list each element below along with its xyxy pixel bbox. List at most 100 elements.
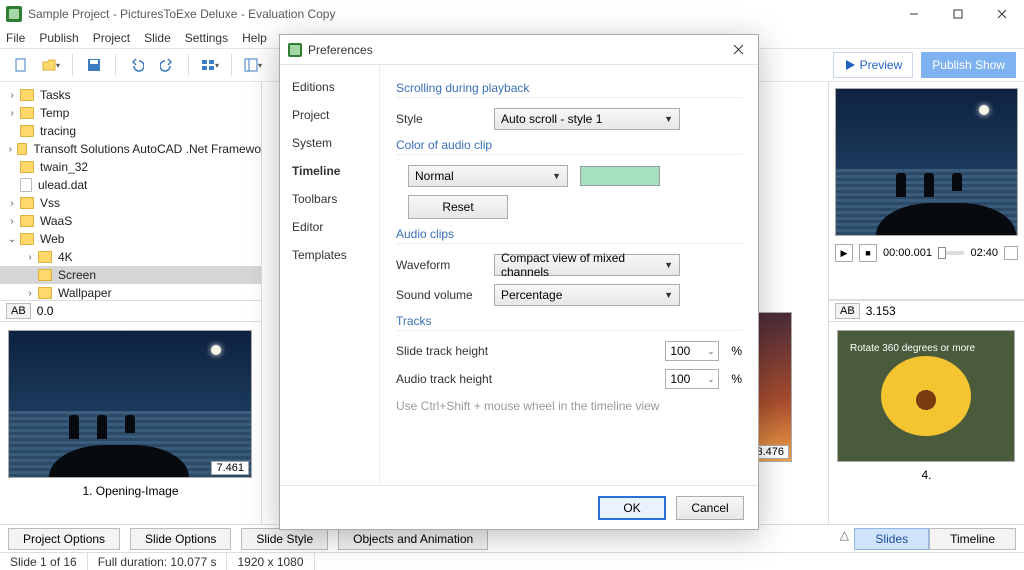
undo-button[interactable] xyxy=(124,52,150,78)
volume-value: Percentage xyxy=(501,288,562,302)
dialog-nav-item[interactable]: Templates xyxy=(280,241,379,269)
left-panel: › Tasks ›Temptracing › Transoft Solutions Au… xyxy=(0,82,262,524)
save-button[interactable] xyxy=(81,52,107,78)
stepper-icon: ⌄ xyxy=(708,347,715,356)
view-mode-button[interactable]: ▾ xyxy=(197,52,223,78)
menu-slide[interactable]: Slide xyxy=(144,31,171,45)
dialog-nav-item[interactable]: Toolbars xyxy=(280,185,379,213)
percent-label: % xyxy=(731,344,742,358)
opening-image-thumb[interactable]: 7.461 xyxy=(8,330,252,478)
minimize-button[interactable] xyxy=(892,0,936,28)
status-resolution: 1920 x 1080 xyxy=(227,553,314,570)
playback-bar: ▶ ■ 00:00.001 02:40 xyxy=(835,244,1018,262)
waveform-select[interactable]: Compact view of mixed channels ▼ xyxy=(494,254,680,276)
dialog-title: Preferences xyxy=(308,43,373,57)
volume-select[interactable]: Percentage ▼ xyxy=(494,284,680,306)
ab-row: AB 0.0 xyxy=(0,300,261,322)
slide-style-button[interactable]: Slide Style xyxy=(241,528,328,550)
tree-item[interactable]: ⌄Web xyxy=(0,230,261,248)
tree-item-label: Transoft Solutions AutoCAD .Net Framewo xyxy=(33,142,261,156)
section-scrolling: Scrolling during playback xyxy=(396,81,742,98)
color-mode-select[interactable]: Normal ▼ xyxy=(408,165,568,187)
waveform-value: Compact view of mixed channels xyxy=(501,251,664,279)
chevron-icon: › xyxy=(6,108,18,119)
cancel-button[interactable]: Cancel xyxy=(676,496,744,520)
style-select[interactable]: Auto scroll - style 1 ▼ xyxy=(494,108,680,130)
tree-item[interactable]: › Tasks xyxy=(0,86,261,104)
folder-icon xyxy=(20,89,34,101)
dialog-nav-item[interactable]: Editor xyxy=(280,213,379,241)
stop-button[interactable]: ■ xyxy=(859,244,877,262)
chevron-icon: ⌄ xyxy=(6,234,18,245)
color-mode-value: Normal xyxy=(415,169,454,183)
menu-file[interactable]: File xyxy=(6,31,25,45)
status-slide: Slide 1 of 16 xyxy=(0,553,88,570)
objects-animation-button[interactable]: Objects and Animation xyxy=(338,528,488,550)
tab-slides[interactable]: Slides xyxy=(854,528,929,550)
ab-button[interactable]: AB xyxy=(835,303,860,319)
menu-publish[interactable]: Publish xyxy=(39,31,78,45)
preview-label: Preview xyxy=(860,58,903,72)
folder-icon xyxy=(20,215,34,227)
redo-button[interactable] xyxy=(154,52,180,78)
tree-item[interactable]: ulead.dat xyxy=(0,176,261,194)
folder-tree[interactable]: › Tasks ›Temptracing › Transoft Solutions Au… xyxy=(0,82,261,300)
dialog-content: Scrolling during playback Style Auto scr… xyxy=(380,65,758,485)
new-button[interactable] xyxy=(8,52,34,78)
chevron-icon: › xyxy=(24,252,36,263)
open-button[interactable]: ▾ xyxy=(38,52,64,78)
maximize-button[interactable] xyxy=(936,0,980,28)
tree-item[interactable]: › Wallpaper xyxy=(0,284,261,300)
preview-image[interactable] xyxy=(835,88,1018,236)
flower-overlay-text: Rotate 360 degrees or more xyxy=(850,343,975,355)
dialog-nav-item[interactable]: System xyxy=(280,129,379,157)
dialog-close-button[interactable] xyxy=(726,38,750,62)
ab-value: 0.0 xyxy=(37,304,54,318)
tree-item-label: Vss xyxy=(40,196,60,210)
menu-settings[interactable]: Settings xyxy=(185,31,228,45)
layout-button[interactable]: ▾ xyxy=(240,52,266,78)
tree-item[interactable]: twain_32 xyxy=(0,158,261,176)
reset-button[interactable]: Reset xyxy=(408,195,508,219)
audio-height-input[interactable]: 100 ⌄ xyxy=(665,369,719,389)
dialog-nav-item[interactable]: Timeline xyxy=(280,157,379,185)
ok-button[interactable]: OK xyxy=(598,496,666,520)
fullscreen-button[interactable] xyxy=(1004,246,1018,260)
right-panel: ▶ ■ 00:00.001 02:40 AB 3.153 Rotate 360 … xyxy=(828,82,1024,524)
tab-timeline[interactable]: Timeline xyxy=(929,528,1016,550)
tree-item-label: twain_32 xyxy=(40,160,88,174)
flower-thumb[interactable]: Rotate 360 degrees or more xyxy=(837,330,1015,462)
chevron-icon: › xyxy=(6,90,18,101)
slide-height-input[interactable]: 100 ⌄ xyxy=(665,341,719,361)
collapse-icon[interactable]: △ xyxy=(834,528,854,550)
tree-item[interactable]: Screen xyxy=(0,266,261,284)
tree-item[interactable]: ›Vss xyxy=(0,194,261,212)
tree-item-label: Tasks xyxy=(40,88,71,102)
menu-help[interactable]: Help xyxy=(242,31,267,45)
folder-icon xyxy=(38,251,52,263)
tree-item[interactable]: ›4K xyxy=(0,248,261,266)
color-swatch[interactable] xyxy=(580,166,660,186)
ab-button[interactable]: AB xyxy=(6,303,31,319)
chevron-icon: › xyxy=(24,288,36,299)
slide-options-button[interactable]: Slide Options xyxy=(130,528,231,550)
dialog-nav-item[interactable]: Project xyxy=(280,101,379,129)
close-button[interactable] xyxy=(980,0,1024,28)
preview-button[interactable]: Preview xyxy=(833,52,914,78)
publish-button[interactable]: Publish Show xyxy=(921,52,1016,78)
project-options-button[interactable]: Project Options xyxy=(8,528,120,550)
tree-item[interactable]: ›Temp xyxy=(0,104,261,122)
dialog-nav-item[interactable]: Editions xyxy=(280,73,379,101)
folder-icon xyxy=(20,233,34,245)
tree-item[interactable]: › Transoft Solutions AutoCAD .Net Framewo xyxy=(0,140,261,158)
chevron-icon: › xyxy=(6,144,15,155)
thumb-duration: 7.461 xyxy=(211,461,249,475)
status-duration: Full duration: 10.077 s xyxy=(88,553,228,570)
menu-project[interactable]: Project xyxy=(93,31,130,45)
seek-slider[interactable] xyxy=(938,251,965,255)
status-bar: Slide 1 of 16 Full duration: 10.077 s 19… xyxy=(0,552,1024,570)
tree-item[interactable]: tracing xyxy=(0,122,261,140)
play-button[interactable]: ▶ xyxy=(835,244,853,262)
tree-item-label: Wallpaper xyxy=(58,286,112,300)
tree-item[interactable]: ›WaaS xyxy=(0,212,261,230)
